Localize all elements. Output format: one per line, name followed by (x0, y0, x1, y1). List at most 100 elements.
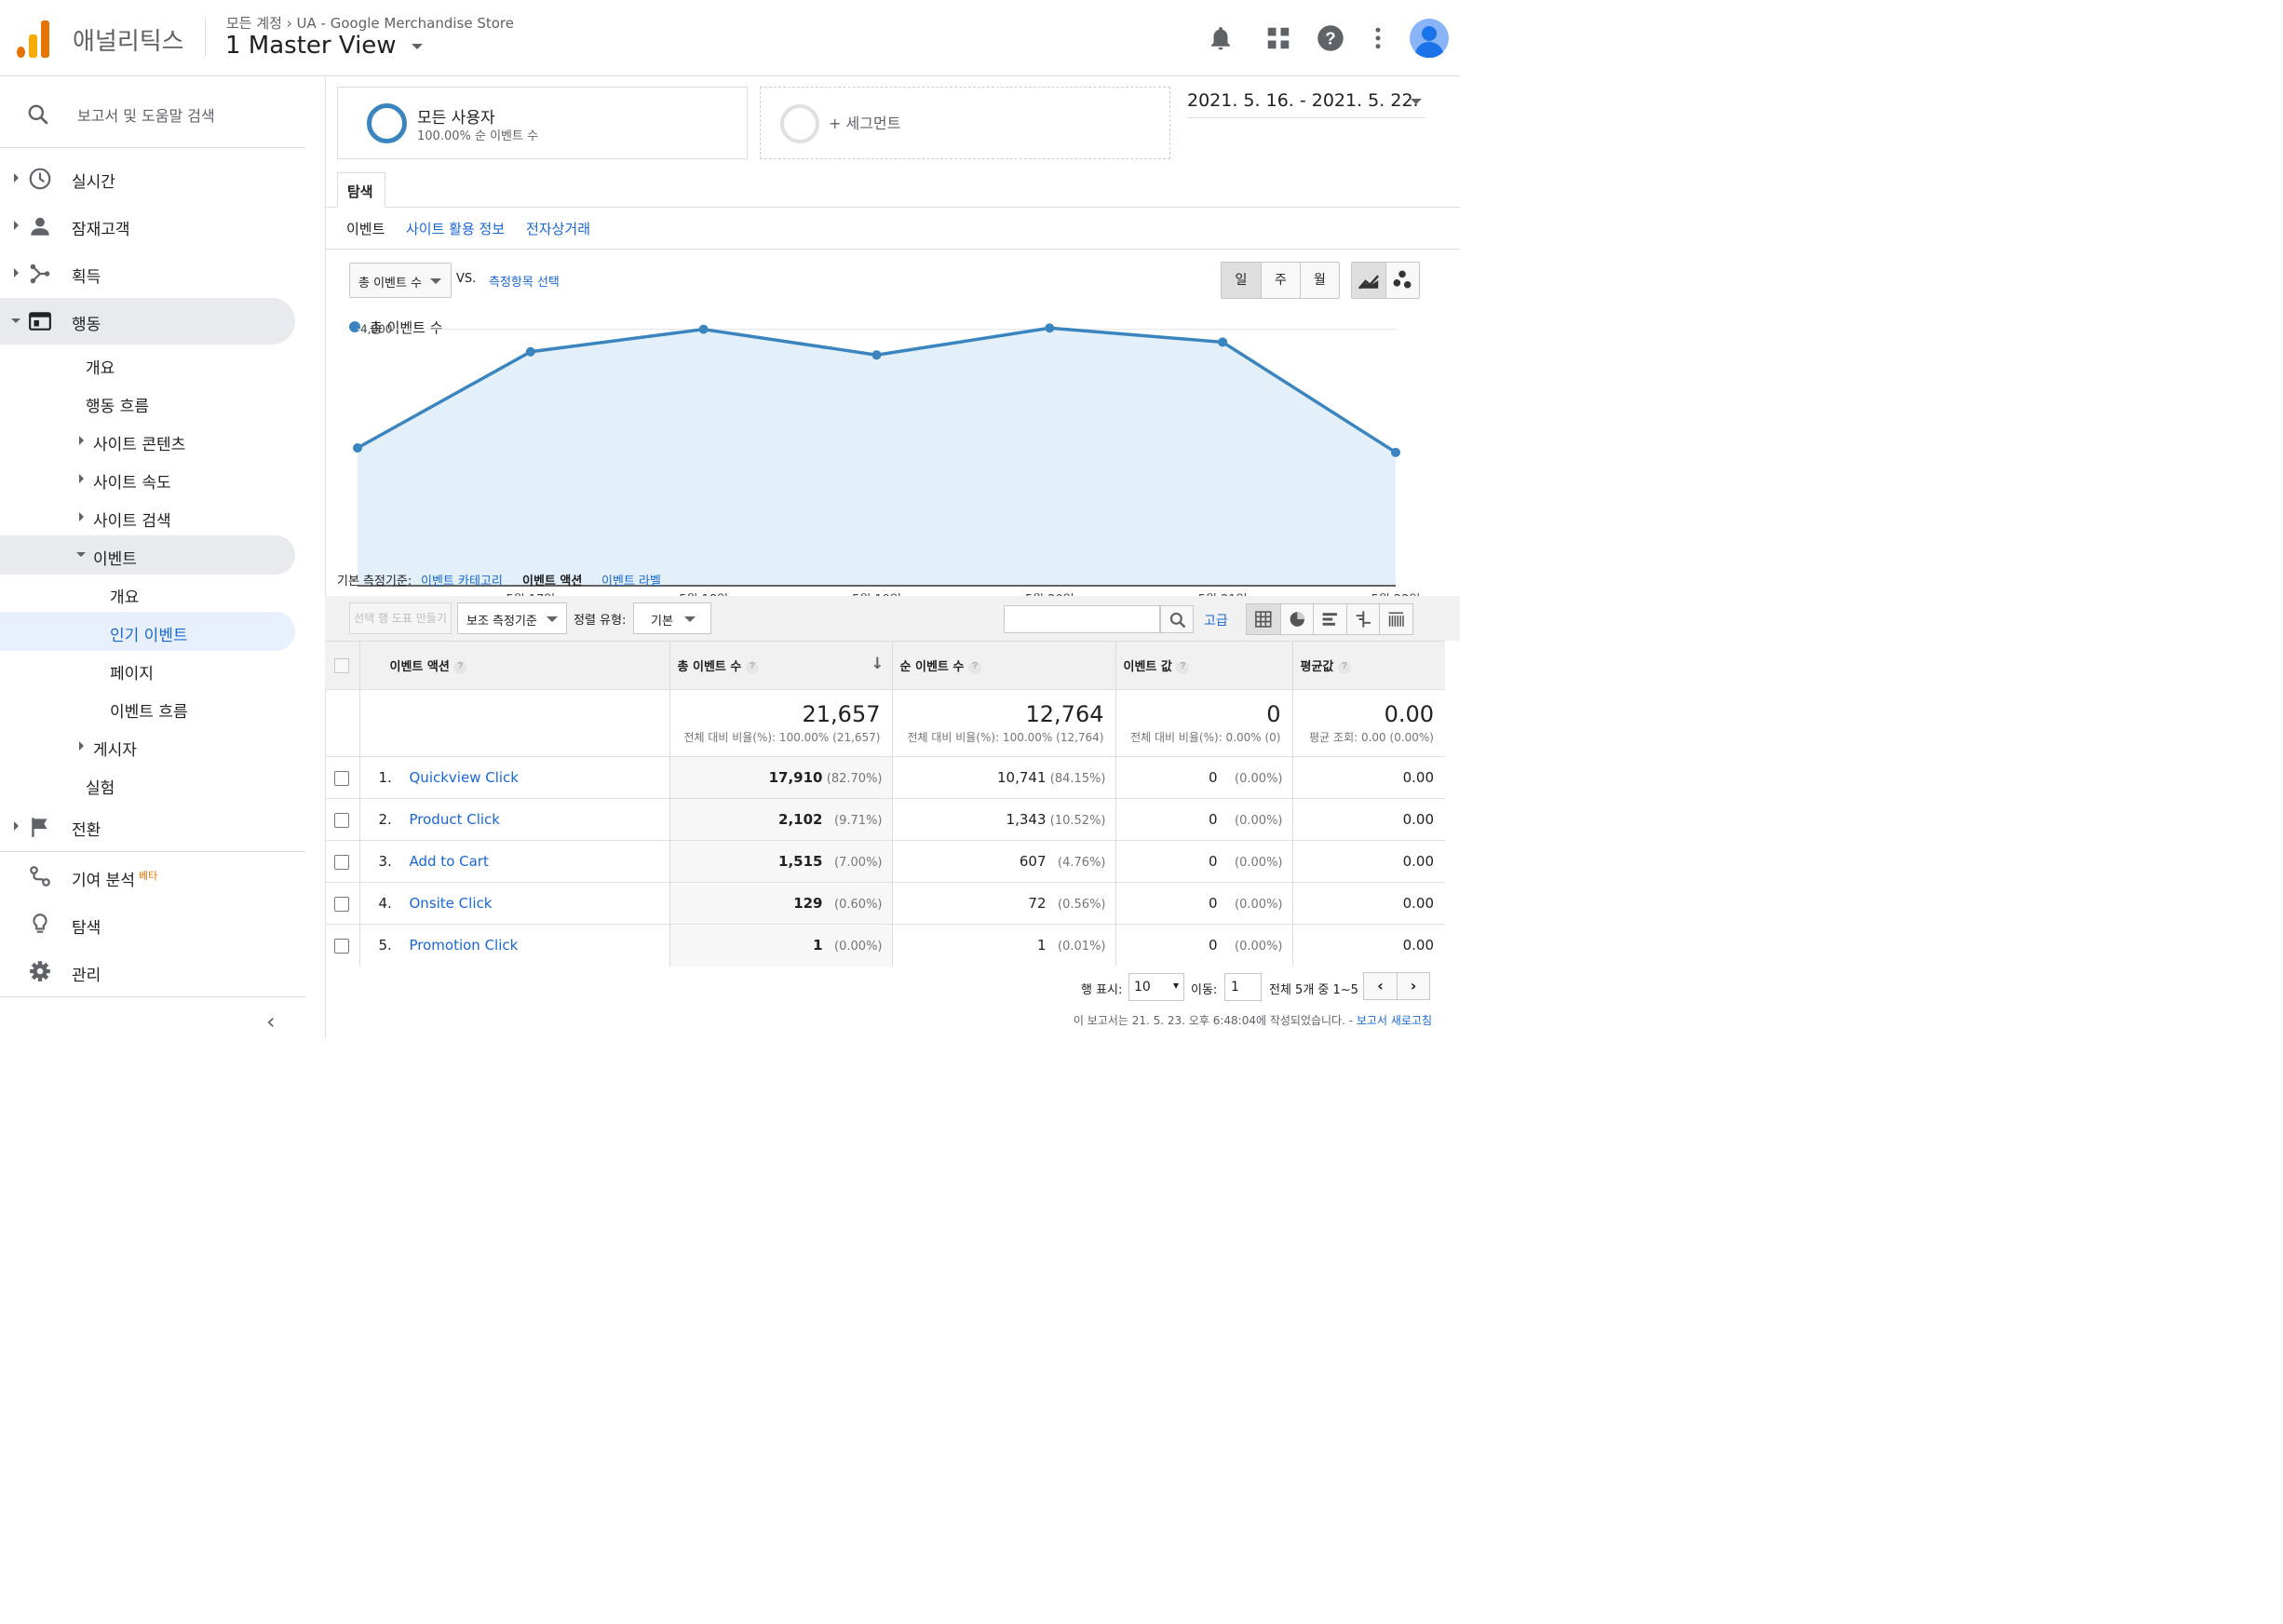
help-icon[interactable] (967, 660, 981, 674)
table-search-input[interactable] (1004, 605, 1160, 633)
segment-card-active[interactable]: 모든 사용자 100.00% 순 이벤트 수 (337, 87, 748, 159)
sidebar-item-admin[interactable]: 관리 (72, 962, 101, 985)
expand-arrow-icon[interactable] (79, 436, 84, 445)
comparison-icon[interactable] (1345, 604, 1380, 634)
header-event-action[interactable]: 이벤트 액션 (390, 660, 450, 674)
advanced-filter-link[interactable]: 고급 (1204, 611, 1228, 629)
sidebar-item-site-speed[interactable]: 사이트 속도 (93, 469, 171, 493)
rows-per-page-select[interactable]: 10 ▾ (1128, 973, 1184, 1001)
header-event-value[interactable]: 이벤트 값 (1124, 660, 1172, 674)
row-checkbox[interactable] (334, 812, 350, 828)
help-icon[interactable] (745, 660, 759, 674)
expand-arrow-icon[interactable] (79, 512, 84, 521)
help-icon[interactable] (1337, 660, 1351, 674)
help-icon[interactable]: ? (1317, 24, 1344, 52)
sidebar-item-pages[interactable]: 페이지 (110, 660, 154, 683)
expand-arrow-icon[interactable] (14, 221, 19, 230)
more-vert-icon[interactable] (1364, 24, 1392, 52)
prev-page-icon[interactable]: ‹ (1364, 973, 1397, 999)
row-checkbox[interactable] (334, 770, 350, 786)
expand-arrow-icon[interactable] (14, 821, 19, 831)
sidebar-item-events[interactable]: 이벤트 (93, 546, 137, 569)
header-avg-value[interactable]: 평균값 (1301, 660, 1334, 674)
header-total-events[interactable]: 총 이벤트 수 (678, 660, 742, 674)
header-unique-events[interactable]: 순 이벤트 수 (900, 660, 965, 674)
expand-arrow-icon[interactable] (79, 474, 84, 483)
secondary-dimension-select[interactable]: 보조 측정기준 (457, 602, 567, 634)
analytics-logo-icon[interactable] (17, 20, 50, 58)
sidebar-item-events-flow[interactable]: 이벤트 흐름 (110, 698, 188, 722)
caret-down-icon (1411, 99, 1422, 104)
pie-chart-icon[interactable] (1279, 604, 1314, 634)
subtab-events[interactable]: 이벤트 (346, 219, 385, 238)
view-selector[interactable]: 1 Master View (225, 32, 423, 60)
metric-select[interactable]: 총 이벤트 수 (349, 263, 452, 298)
sidebar-item-audience[interactable]: 잠재고객 (72, 216, 130, 239)
breadcrumb-property[interactable]: UA - Google Merchandise Store (297, 15, 514, 32)
line-chart-icon[interactable] (1352, 263, 1385, 298)
goto-page-input[interactable]: 1 (1224, 973, 1262, 1001)
sidebar-item-publisher[interactable]: 게시자 (93, 737, 137, 760)
next-page-icon[interactable]: › (1396, 973, 1429, 999)
plot-rows-button[interactable]: 선택 행 도표 만들기 (349, 602, 452, 634)
row-checkbox[interactable] (334, 938, 350, 954)
help-icon[interactable] (453, 660, 467, 674)
breadcrumb-account[interactable]: 모든 계정 (226, 15, 282, 32)
period-month[interactable]: 월 (1300, 263, 1339, 298)
date-range-picker[interactable]: 2021. 5. 16. - 2021. 5. 22. (1187, 90, 1425, 118)
sidebar-item-site-content[interactable]: 사이트 콘텐츠 (93, 431, 185, 454)
expand-arrow-icon[interactable] (79, 741, 84, 751)
expand-arrow-icon[interactable] (14, 268, 19, 277)
sidebar-item-acquisition[interactable]: 획득 (72, 264, 101, 287)
breadcrumb[interactable]: 모든 계정 › UA - Google Merchandise Store (226, 13, 514, 33)
sidebar-item-behavior[interactable]: 행동 (72, 311, 101, 334)
table-search-button[interactable] (1160, 605, 1194, 633)
sidebar-item-attribution[interactable]: 기여 분석 베타 (72, 867, 157, 890)
dimension-event-category[interactable]: 이벤트 카테고리 (421, 571, 503, 589)
sidebar-item-behavior-overview[interactable]: 개요 (86, 355, 115, 378)
sidebar-item-events-overview[interactable]: 개요 (110, 584, 139, 607)
event-action-link[interactable]: Onsite Click (410, 895, 493, 912)
tab-explore[interactable]: 탐색 (337, 172, 385, 208)
sort-type-select[interactable]: 기본 (633, 602, 711, 634)
collapse-sidebar-icon[interactable]: ‹ (266, 1008, 276, 1035)
sidebar-item-site-search[interactable]: 사이트 검색 (93, 508, 171, 531)
subtab-site-usage[interactable]: 사이트 활용 정보 (406, 219, 505, 238)
avatar[interactable] (1410, 19, 1449, 58)
apps-grid-icon[interactable] (1264, 24, 1292, 52)
event-action-link[interactable]: Quickview Click (410, 769, 519, 786)
dimension-event-label[interactable]: 이벤트 라벨 (601, 571, 661, 589)
total-value: 0 (1266, 701, 1281, 727)
refresh-report-link[interactable]: 보고서 새로고침 (1357, 1014, 1432, 1027)
subtab-ecommerce[interactable]: 전자상거래 (526, 219, 590, 238)
bar-chart-icon[interactable] (1313, 604, 1346, 634)
row-checkbox[interactable] (334, 854, 350, 870)
sidebar-search-input[interactable]: 보고서 및 도움말 검색 (77, 103, 215, 126)
sidebar-item-realtime[interactable]: 실시간 (72, 169, 115, 192)
motion-chart-icon[interactable] (1385, 263, 1419, 298)
sidebar-item-conversions[interactable]: 전환 (72, 817, 101, 840)
collapse-arrow-icon[interactable] (11, 318, 20, 323)
search-icon[interactable] (26, 102, 50, 127)
row-checkbox[interactable] (334, 896, 350, 912)
sidebar-item-discover[interactable]: 탐색 (72, 914, 101, 938)
event-action-link[interactable]: Promotion Click (410, 937, 519, 954)
help-icon[interactable] (1176, 660, 1190, 674)
select-metric-link[interactable]: 측정항목 선택 (489, 272, 560, 290)
collapse-arrow-icon[interactable] (76, 552, 86, 557)
bell-icon[interactable] (1207, 24, 1235, 52)
dimension-event-action[interactable]: 이벤트 액션 (522, 571, 582, 589)
pivot-table-icon[interactable] (1379, 604, 1412, 634)
data-table-icon[interactable] (1247, 604, 1280, 634)
sidebar-item-top-events[interactable]: 인기 이벤트 (110, 622, 188, 645)
add-segment-card[interactable]: + 세그먼트 (760, 87, 1170, 159)
expand-arrow-icon[interactable] (14, 173, 19, 183)
period-day[interactable]: 일 (1222, 263, 1261, 298)
sidebar-item-experiments[interactable]: 실험 (86, 775, 115, 798)
event-action-link[interactable]: Add to Cart (410, 853, 489, 870)
period-week[interactable]: 주 (1261, 263, 1300, 298)
select-all-checkbox[interactable] (334, 658, 350, 673)
event-action-link[interactable]: Product Click (410, 811, 500, 828)
sort-desc-arrow-icon[interactable]: ↓ (871, 655, 884, 673)
sidebar-item-behavior-flow[interactable]: 행동 흐름 (86, 393, 149, 416)
